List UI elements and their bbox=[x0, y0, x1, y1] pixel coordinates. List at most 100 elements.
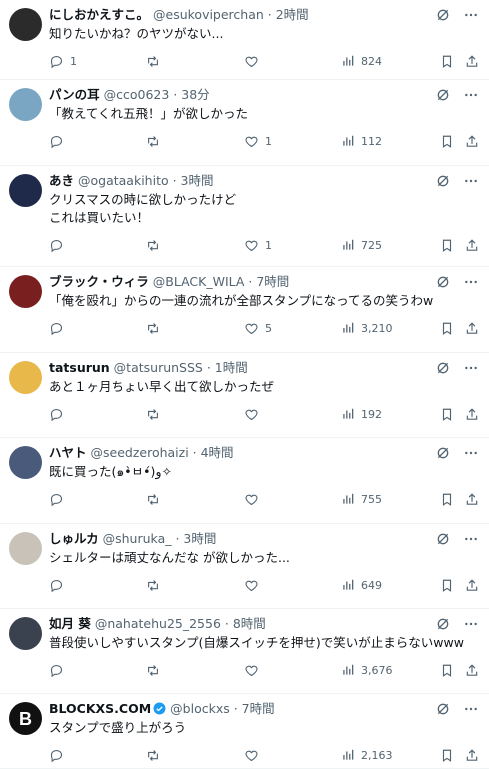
avatar[interactable] bbox=[9, 88, 42, 121]
author-handle[interactable]: @blockxs bbox=[170, 701, 230, 716]
retweet-button[interactable] bbox=[145, 54, 167, 69]
grok-icon[interactable] bbox=[435, 616, 451, 632]
avatar[interactable] bbox=[9, 446, 42, 479]
more-icon[interactable] bbox=[463, 531, 479, 547]
like-button[interactable] bbox=[244, 492, 265, 507]
grok-icon[interactable] bbox=[435, 360, 451, 376]
reply-button[interactable] bbox=[49, 492, 70, 507]
reply-button[interactable] bbox=[49, 134, 70, 149]
tweet[interactable]: パンの耳 @cco0623 · 38分 「教えてくれ五飛！」が欲しかった 1 1… bbox=[0, 80, 489, 166]
retweet-button[interactable] bbox=[145, 663, 167, 678]
author-name[interactable]: ブラック・ウィラ bbox=[49, 274, 149, 289]
author-handle[interactable]: @esukoviperchan bbox=[153, 7, 264, 22]
views-button[interactable]: 3,676 bbox=[341, 663, 393, 677]
avatar[interactable] bbox=[9, 361, 42, 394]
views-button[interactable]: 192 bbox=[341, 407, 382, 421]
share-button[interactable] bbox=[465, 407, 479, 422]
reply-button[interactable] bbox=[49, 238, 70, 253]
author-handle[interactable]: @ogataakihito bbox=[78, 173, 169, 188]
bookmark-button[interactable] bbox=[440, 321, 454, 336]
tweet[interactable]: tatsurun @tatsurunSSS · 1時間 あと１ヶ月ちょい早く出て… bbox=[0, 353, 489, 438]
tweet[interactable]: 如月 葵 @nahatehu25_2556 · 8時間 普段使いしやすいスタンプ… bbox=[0, 609, 489, 694]
timestamp[interactable]: 7時間 bbox=[256, 274, 289, 289]
like-button[interactable]: 5 bbox=[244, 321, 272, 336]
bookmark-button[interactable] bbox=[440, 663, 454, 678]
share-button[interactable] bbox=[465, 663, 479, 678]
bookmark-button[interactable] bbox=[440, 134, 454, 149]
author-name[interactable]: ハヤト bbox=[49, 445, 87, 460]
retweet-button[interactable] bbox=[145, 134, 167, 149]
grok-icon[interactable] bbox=[435, 87, 451, 103]
avatar[interactable] bbox=[9, 174, 42, 207]
tweet[interactable]: しゅルカ @shuruka_ · 3時間 シェルターは頑丈なんだな が欲しかった… bbox=[0, 524, 489, 609]
views-button[interactable]: 3,210 bbox=[341, 321, 393, 335]
views-button[interactable]: 112 bbox=[341, 134, 382, 148]
more-icon[interactable] bbox=[463, 87, 479, 103]
grok-icon[interactable] bbox=[435, 274, 451, 290]
reply-button[interactable] bbox=[49, 407, 70, 422]
reply-button[interactable]: 1 bbox=[49, 54, 77, 69]
like-button[interactable] bbox=[244, 663, 265, 678]
author-handle[interactable]: @nahatehu25_2556 bbox=[95, 616, 221, 631]
timestamp[interactable]: 2時間 bbox=[276, 7, 309, 22]
share-button[interactable] bbox=[465, 54, 479, 69]
author-name[interactable]: 如月 葵 bbox=[49, 616, 91, 631]
author-handle[interactable]: @cco0623 bbox=[104, 87, 170, 102]
timestamp[interactable]: 38分 bbox=[181, 87, 209, 102]
bookmark-button[interactable] bbox=[440, 578, 454, 593]
reply-button[interactable] bbox=[49, 578, 70, 593]
author-name[interactable]: あき bbox=[49, 173, 74, 188]
timestamp[interactable]: 1時間 bbox=[215, 360, 248, 375]
reply-button[interactable] bbox=[49, 748, 70, 763]
grok-icon[interactable] bbox=[435, 701, 451, 717]
share-button[interactable] bbox=[465, 134, 479, 149]
retweet-button[interactable] bbox=[145, 578, 167, 593]
avatar[interactable] bbox=[9, 617, 42, 650]
tweet[interactable]: B BLOCKXS.COM @blockxs · 7時間 スタンプで盛り上がろう bbox=[0, 694, 489, 769]
author-name[interactable]: tatsurun bbox=[49, 360, 110, 375]
grok-icon[interactable] bbox=[435, 7, 451, 23]
reply-button[interactable] bbox=[49, 321, 70, 336]
like-button[interactable] bbox=[244, 748, 265, 763]
like-button[interactable]: 1 bbox=[244, 134, 272, 149]
tweet[interactable]: ブラック・ウィラ @BLACK_WILA · 7時間 「俺を殴れ」からの一連の流… bbox=[0, 267, 489, 353]
share-button[interactable] bbox=[465, 492, 479, 507]
tweet[interactable]: ハヤト @seedzerohaizi · 4時間 既に買った(๑•̀ㅂ•́)و✧ bbox=[0, 438, 489, 524]
author-name[interactable]: しゅルカ bbox=[49, 531, 99, 546]
more-icon[interactable] bbox=[463, 616, 479, 632]
author-name[interactable]: にしおかえすこ。 bbox=[49, 7, 149, 22]
more-icon[interactable] bbox=[463, 360, 479, 376]
more-icon[interactable] bbox=[463, 7, 479, 23]
more-icon[interactable] bbox=[463, 445, 479, 461]
bookmark-button[interactable] bbox=[440, 54, 454, 69]
avatar[interactable] bbox=[9, 275, 42, 308]
author-name[interactable]: パンの耳 bbox=[49, 87, 100, 102]
retweet-button[interactable] bbox=[145, 492, 167, 507]
views-button[interactable]: 2,163 bbox=[341, 748, 393, 762]
like-button[interactable] bbox=[244, 578, 265, 593]
timestamp[interactable]: 3時間 bbox=[181, 173, 214, 188]
timestamp[interactable]: 4時間 bbox=[201, 445, 234, 460]
more-icon[interactable] bbox=[463, 173, 479, 189]
grok-icon[interactable] bbox=[435, 445, 451, 461]
timestamp[interactable]: 3時間 bbox=[183, 531, 216, 546]
reply-button[interactable] bbox=[49, 663, 70, 678]
retweet-button[interactable] bbox=[145, 407, 167, 422]
avatar[interactable] bbox=[9, 532, 42, 565]
tweet[interactable]: にしおかえすこ。 @esukoviperchan · 2時間 知りたいかね？のヤ… bbox=[0, 0, 489, 80]
timestamp[interactable]: 7時間 bbox=[242, 701, 275, 716]
bookmark-button[interactable] bbox=[440, 407, 454, 422]
grok-icon[interactable] bbox=[435, 173, 451, 189]
retweet-button[interactable] bbox=[145, 748, 167, 763]
bookmark-button[interactable] bbox=[440, 492, 454, 507]
author-name[interactable]: BLOCKXS.COM bbox=[49, 701, 151, 716]
views-button[interactable]: 649 bbox=[341, 578, 382, 592]
bookmark-button[interactable] bbox=[440, 748, 454, 763]
share-button[interactable] bbox=[465, 748, 479, 763]
tweet[interactable]: あき @ogataakihito · 3時間 クリスマスの時に欲しかったけど こ… bbox=[0, 166, 489, 267]
timestamp[interactable]: 8時間 bbox=[233, 616, 266, 631]
grok-icon[interactable] bbox=[435, 531, 451, 547]
more-icon[interactable] bbox=[463, 701, 479, 717]
share-button[interactable] bbox=[465, 321, 479, 336]
author-handle[interactable]: @shuruka_ bbox=[103, 531, 172, 546]
